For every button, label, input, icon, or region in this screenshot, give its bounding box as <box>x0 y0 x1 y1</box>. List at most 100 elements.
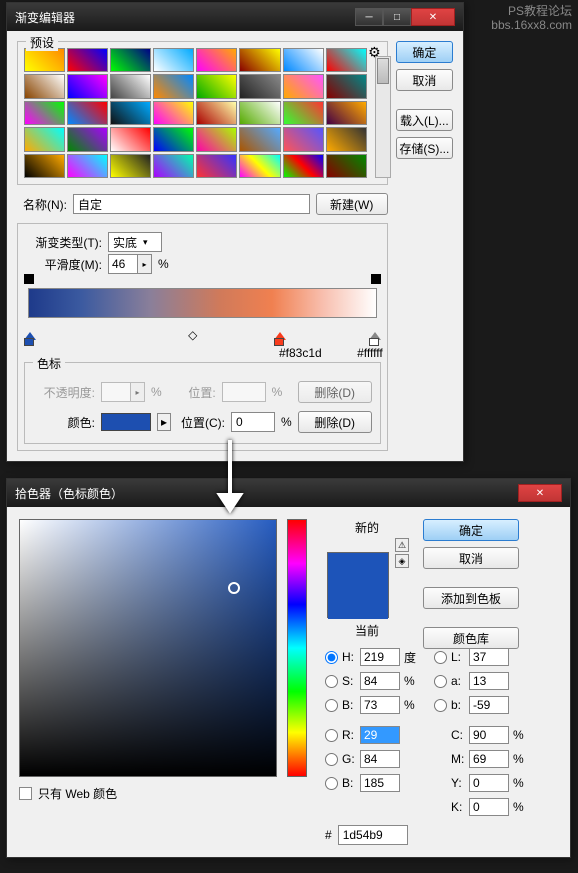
opacity-stop-right[interactable] <box>371 274 381 284</box>
preset-swatch[interactable] <box>153 154 194 178</box>
location-input[interactable]: 0 <box>231 412 275 432</box>
r-radio[interactable] <box>325 729 338 742</box>
web-only-checkbox[interactable]: 只有 Web 颜色 <box>19 785 307 802</box>
close-button[interactable]: ✕ <box>411 8 455 26</box>
annotation-red: #f83c1d <box>279 346 322 360</box>
ok-button[interactable]: 确定 <box>423 519 519 541</box>
type-select[interactable]: 实底 <box>108 232 162 252</box>
hex-input[interactable]: 1d54b9 <box>338 825 408 845</box>
preset-swatch[interactable] <box>24 74 65 98</box>
b2-radio[interactable] <box>325 777 338 790</box>
preset-swatch[interactable] <box>24 48 65 72</box>
preset-swatch[interactable] <box>239 154 280 178</box>
preset-swatch[interactable] <box>67 127 108 151</box>
preset-swatch[interactable] <box>67 101 108 125</box>
preset-swatch[interactable] <box>24 127 65 151</box>
h-radio[interactable] <box>325 651 338 664</box>
preset-swatch[interactable] <box>196 127 237 151</box>
preset-swatch[interactable] <box>153 127 194 151</box>
load-button[interactable]: 载入(L)... <box>396 109 453 131</box>
color-lib-button[interactable]: 颜色库 <box>423 627 519 649</box>
preset-swatch[interactable] <box>283 127 324 151</box>
cancel-button[interactable]: 取消 <box>396 69 453 91</box>
preset-swatch[interactable] <box>326 48 367 72</box>
new-current-swatch[interactable] <box>327 552 389 618</box>
color-stop-white[interactable] <box>369 332 381 344</box>
preset-swatch[interactable] <box>326 127 367 151</box>
maximize-button[interactable]: □ <box>383 8 411 26</box>
color-stop-blue[interactable] <box>24 332 36 344</box>
smooth-spinner[interactable]: 46▸ <box>108 254 152 274</box>
preset-swatch[interactable] <box>196 154 237 178</box>
preset-swatch[interactable] <box>110 48 151 72</box>
preset-swatch[interactable] <box>110 74 151 98</box>
preset-swatch[interactable] <box>110 101 151 125</box>
s-radio[interactable] <box>325 675 338 688</box>
opacity-spinner: ▸ <box>101 382 145 402</box>
preset-swatch[interactable] <box>283 74 324 98</box>
preset-swatch[interactable] <box>283 101 324 125</box>
b-input[interactable]: 73 <box>360 696 400 714</box>
minimize-button[interactable]: ─ <box>355 8 383 26</box>
h-input[interactable]: 219 <box>360 648 400 666</box>
color-field[interactable] <box>19 519 277 777</box>
preset-swatch[interactable] <box>110 154 151 178</box>
scrollbar-thumb[interactable] <box>377 58 389 84</box>
cube-icon[interactable]: ◈ <box>395 554 409 568</box>
preset-swatch[interactable] <box>326 154 367 178</box>
color-cursor[interactable] <box>228 582 240 594</box>
current-color <box>328 586 388 619</box>
preset-swatch[interactable] <box>153 101 194 125</box>
preset-swatch[interactable] <box>110 127 151 151</box>
preset-swatch[interactable] <box>326 74 367 98</box>
warning-icon[interactable]: ⚠ <box>395 538 409 552</box>
delete-color-button[interactable]: 删除(D) <box>298 411 372 433</box>
preset-swatch[interactable] <box>153 48 194 72</box>
preset-swatch[interactable] <box>239 48 280 72</box>
preset-swatch[interactable] <box>283 48 324 72</box>
ok-button[interactable]: 确定 <box>396 41 453 63</box>
b-radio[interactable] <box>325 699 338 712</box>
b2-input[interactable]: 185 <box>360 774 400 792</box>
new-color <box>328 553 388 586</box>
gradient-editor-dialog: 渐变编辑器 ─ □ ✕ 预设 ⚙ 名称(N): 自定 新建(W) 渐变类型(T)… <box>6 2 464 462</box>
g-radio[interactable] <box>325 753 338 766</box>
preset-swatch[interactable] <box>196 48 237 72</box>
preset-swatch[interactable] <box>196 74 237 98</box>
color-arrow-icon[interactable]: ▸ <box>157 413 171 431</box>
preset-swatch[interactable] <box>153 74 194 98</box>
scrollbar[interactable] <box>375 56 391 178</box>
close-button[interactable]: ✕ <box>518 484 562 502</box>
preset-swatch[interactable] <box>67 74 108 98</box>
color-swatch[interactable] <box>101 413 151 431</box>
hsb-lab-group: H:219度 S:84% B:73% R:29 G:84 B:185 L:37 … <box>325 645 409 819</box>
preset-swatch[interactable] <box>326 101 367 125</box>
titlebar[interactable]: 渐变编辑器 ─ □ ✕ <box>7 3 463 31</box>
preset-swatch[interactable] <box>67 48 108 72</box>
midpoint-stop[interactable]: ◇ <box>188 328 200 340</box>
presets-fieldset: 预设 ⚙ <box>17 41 388 185</box>
s-input[interactable]: 84 <box>360 672 400 690</box>
gradient-bar[interactable] <box>28 288 377 318</box>
preset-swatch[interactable] <box>239 74 280 98</box>
g-input[interactable]: 84 <box>360 750 400 768</box>
preset-swatch[interactable] <box>283 154 324 178</box>
position-label: 位置: <box>168 384 216 401</box>
add-swatch-button[interactable]: 添加到色板 <box>423 587 519 609</box>
preset-swatch[interactable] <box>24 101 65 125</box>
preset-swatch[interactable] <box>239 127 280 151</box>
save-button[interactable]: 存储(S)... <box>396 137 453 159</box>
r-input[interactable]: 29 <box>360 726 400 744</box>
preset-swatch[interactable] <box>24 154 65 178</box>
preset-swatch[interactable] <box>196 101 237 125</box>
preset-grid <box>24 48 367 178</box>
preset-swatch[interactable] <box>67 154 108 178</box>
preset-swatch[interactable] <box>239 101 280 125</box>
titlebar[interactable]: 拾色器（色标颜色） ✕ <box>7 479 570 507</box>
name-input[interactable]: 自定 <box>73 194 310 214</box>
new-button[interactable]: 新建(W) <box>316 193 388 215</box>
color-stop-red[interactable] <box>274 332 286 344</box>
hue-slider[interactable] <box>287 519 307 777</box>
cancel-button[interactable]: 取消 <box>423 547 519 569</box>
opacity-stop-left[interactable] <box>24 274 34 284</box>
